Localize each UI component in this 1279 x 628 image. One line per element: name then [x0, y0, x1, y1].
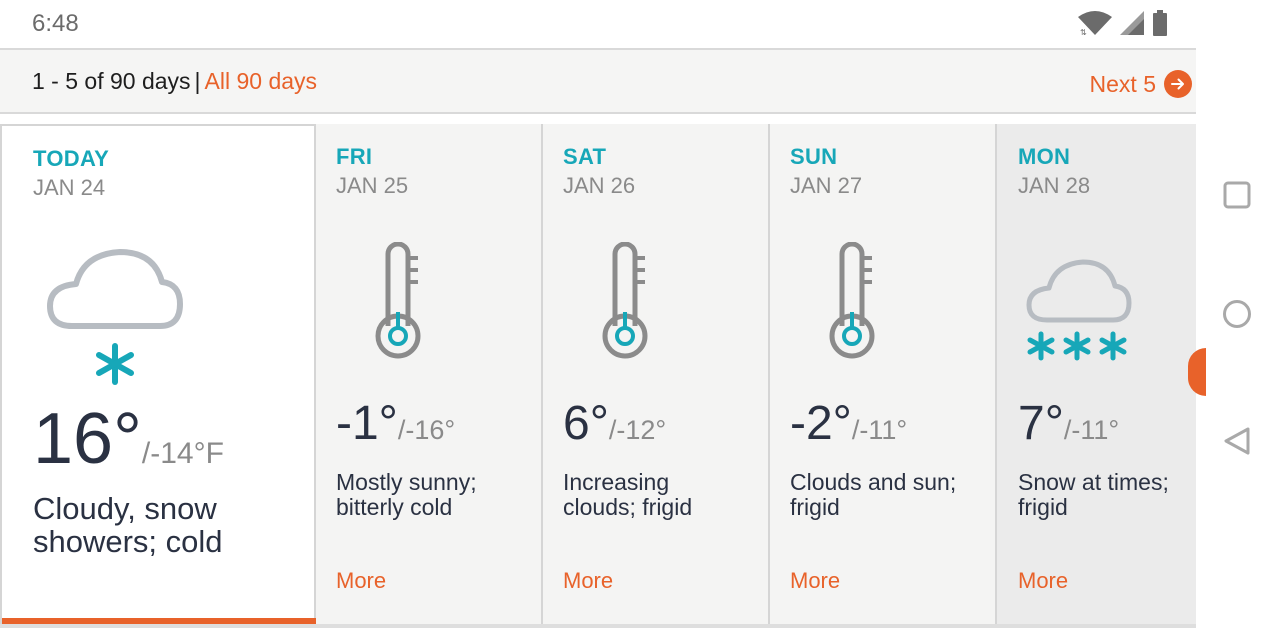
next-5-button[interactable]: Next 5 [1090, 70, 1192, 98]
range-bar: 1 - 5 of 90 days | All 90 days Next 5 [0, 48, 1196, 114]
description-line: Snow at times; [1018, 469, 1169, 495]
forecast-description: Cloudy, snow showers; cold [33, 492, 223, 558]
range-label: 1 - 5 of 90 days [32, 68, 191, 94]
day-date: JAN 26 [563, 173, 636, 198]
more-link[interactable]: More [336, 568, 386, 594]
forecast-cards: TODAY JAN 24 16° /-14°F Cloudy, snow sho… [0, 124, 1196, 628]
system-nav-bar [1196, 0, 1279, 628]
svg-text:⇅: ⇅ [1080, 28, 1087, 35]
description-line: frigid [1018, 494, 1068, 520]
thermometer-cold-icon [599, 241, 651, 365]
recents-square-icon[interactable] [1220, 178, 1254, 212]
thermometer-cold-icon [372, 241, 424, 365]
description-line: clouds; frigid [563, 494, 693, 520]
arrow-right-icon [1164, 70, 1192, 98]
description-line: bitterly cold [336, 494, 453, 520]
range-summary: 1 - 5 of 90 days | All 90 days [32, 68, 317, 95]
cloud-snow-icon [42, 244, 192, 394]
home-circle-icon[interactable] [1220, 297, 1254, 331]
high-temp: 6° [563, 397, 609, 450]
more-link[interactable]: More [790, 568, 840, 594]
temperature-row: -1° /-16° [336, 396, 455, 451]
forecast-description: Snow at times; frigid [1018, 470, 1169, 520]
day-card-fri[interactable]: FRI JAN 25 -1° /-16° Mostly sunny; bitte… [316, 124, 543, 624]
low-temp: /-16° [397, 415, 456, 445]
more-link[interactable]: More [563, 568, 613, 594]
cloud-heavy-snow-icon [1025, 256, 1135, 371]
forecast-description: Mostly sunny; bitterly cold [336, 470, 477, 520]
temperature-row: 16° /-14°F [33, 398, 224, 480]
description-line: frigid [790, 494, 840, 520]
high-temp: 16° [33, 399, 142, 479]
low-temp: /-11° [1063, 415, 1120, 445]
description-line: showers; cold [33, 524, 223, 559]
high-temp: 7° [1018, 397, 1064, 450]
day-name: MON [1018, 144, 1071, 169]
high-temp: -1° [336, 397, 398, 450]
status-time: 6:48 [32, 10, 79, 37]
forecast-description: Clouds and sun; frigid [790, 470, 956, 520]
thermometer-cold-icon [826, 241, 878, 365]
day-date: JAN 25 [336, 173, 409, 198]
high-temp: -2° [790, 397, 852, 450]
side-panel-handle[interactable] [1188, 348, 1206, 396]
temperature-row: -2° /-11° [790, 396, 907, 451]
cell-signal-icon [1120, 11, 1144, 40]
selected-indicator [2, 618, 316, 624]
day-name: FRI [336, 144, 373, 169]
temperature-row: 6° /-12° [563, 396, 666, 451]
more-link[interactable]: More [1018, 568, 1068, 594]
back-triangle-icon[interactable] [1220, 424, 1254, 458]
status-bar: 6:48 ⇅ [0, 0, 1196, 48]
description-line: Cloudy, snow [33, 491, 217, 526]
day-name: SUN [790, 144, 838, 169]
battery-icon [1152, 10, 1168, 41]
day-date: JAN 27 [790, 173, 863, 198]
forecast-description: Increasing clouds; frigid [563, 470, 692, 520]
day-name: SAT [563, 144, 607, 169]
temperature-row: 7° /-11° [1018, 396, 1119, 451]
day-card-today[interactable]: TODAY JAN 24 16° /-14°F Cloudy, snow sho… [0, 124, 316, 624]
status-icons: ⇅ [1078, 10, 1168, 41]
description-line: Clouds and sun; [790, 469, 957, 495]
description-line: Increasing [563, 469, 670, 495]
low-temp: /-14°F [141, 437, 224, 470]
low-temp: /-11° [851, 415, 908, 445]
low-temp: /-12° [608, 415, 667, 445]
day-card-sat[interactable]: SAT JAN 26 6° /-12° Increasing clouds; f… [543, 124, 770, 624]
day-date: JAN 24 [33, 175, 106, 200]
all-days-link[interactable]: All 90 days [205, 68, 318, 94]
day-card-sun[interactable]: SUN JAN 27 -2° /-11° Clouds and sun; fri… [770, 124, 997, 624]
day-card-mon[interactable]: MON JAN 28 7° /-11° Snow at times; frigi… [997, 124, 1196, 624]
day-date: JAN 28 [1018, 173, 1091, 198]
range-separator: | [194, 68, 201, 94]
next-label: Next 5 [1089, 70, 1156, 97]
day-name: TODAY [33, 146, 110, 171]
wifi-icon: ⇅ [1078, 11, 1112, 40]
description-line: Mostly sunny; [336, 469, 477, 495]
